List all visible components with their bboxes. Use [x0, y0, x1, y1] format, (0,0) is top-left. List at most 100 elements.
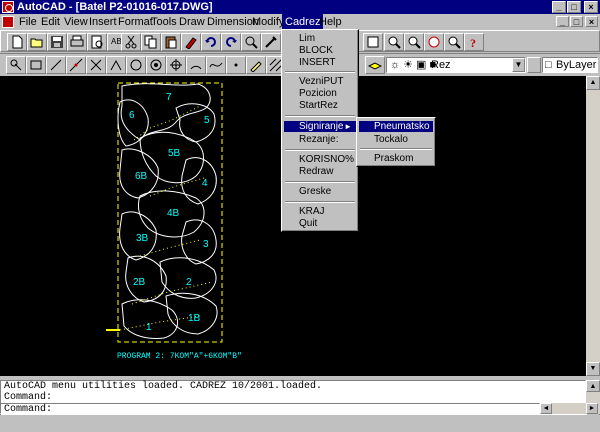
scroll-up-icon[interactable]: ▲	[586, 380, 600, 392]
program-label: PROGRAM 2: 7KOM"A"+6KOM"B"	[117, 352, 242, 361]
tool-button[interactable]	[261, 33, 281, 51]
properties-button[interactable]	[6, 56, 26, 74]
maximize-button[interactable]: □	[567, 1, 581, 13]
donut-button[interactable]	[146, 56, 166, 74]
open-button[interactable]	[27, 33, 47, 51]
menu-item-redraw[interactable]: Redraw	[284, 166, 356, 177]
scroll-left-icon[interactable]: ◄	[540, 403, 552, 414]
polyline-button[interactable]	[106, 56, 126, 74]
scroll-right-icon[interactable]: ►	[586, 403, 598, 414]
label-2: 2	[186, 277, 192, 288]
menu-item-kraj[interactable]: KRAJ	[284, 206, 356, 217]
horizontal-scrollbar[interactable]: ◄ ►	[540, 403, 600, 414]
open-icon	[30, 38, 43, 48]
xline-icon	[69, 58, 83, 72]
doc-close-button[interactable]: ×	[585, 16, 598, 27]
menu-item-quit[interactable]: Quit	[284, 218, 356, 229]
circle-button[interactable]	[126, 56, 146, 74]
preview-button[interactable]	[87, 33, 107, 51]
menu-item-pneumatsko[interactable]: Pneumatsko	[359, 121, 433, 132]
menu-item-tockalo[interactable]: Tockalo	[359, 134, 433, 145]
window-title: AutoCAD - [Batel P2-01016-017.DWG]	[17, 1, 213, 13]
doc-restore-button[interactable]: □	[570, 16, 583, 27]
layers-button[interactable]	[365, 56, 385, 74]
menu-separator	[285, 149, 355, 151]
new-icon	[12, 35, 23, 49]
pencil-button[interactable]	[246, 56, 266, 74]
layer-name: Rez	[431, 59, 451, 71]
cross-button[interactable]	[86, 56, 106, 74]
minimize-button[interactable]: _	[552, 1, 566, 13]
status-bar	[0, 415, 600, 432]
dot-button[interactable]	[226, 56, 246, 74]
menu-item-startrez[interactable]: StartRez	[284, 100, 356, 111]
autocad-app-icon[interactable]	[2, 1, 14, 13]
rectangle-button[interactable]	[26, 56, 46, 74]
document-icon[interactable]	[2, 16, 14, 28]
print-button[interactable]	[67, 33, 87, 51]
label-4b: 4B	[167, 208, 180, 219]
signiranje-submenu: Pneumatsko Tockalo Praskom	[356, 117, 436, 167]
menu-item-vezniput[interactable]: VezniPUT	[284, 76, 356, 87]
circle-icon	[130, 59, 142, 71]
menu-item-korisno[interactable]: KORISNO%	[284, 154, 356, 165]
xline-button[interactable]	[66, 56, 86, 74]
menu-help[interactable]: Help	[316, 14, 345, 30]
redo-icon	[226, 37, 237, 47]
layer-dropdown[interactable]: ☼ ☀ ▣ ■ Rez ▼	[386, 57, 526, 73]
zoom-extents-button[interactable]	[444, 33, 464, 51]
cut-button[interactable]	[121, 33, 141, 51]
label-4: 4	[202, 178, 208, 189]
menu-edit[interactable]: Edit	[38, 14, 63, 30]
menu-separator	[285, 71, 355, 73]
zoom-realtime-icon	[388, 36, 401, 49]
vertical-scrollbar[interactable]: ▲ ▼	[586, 76, 600, 376]
help-button[interactable]: ?	[464, 33, 484, 51]
menu-item-insert[interactable]: INSERT	[284, 57, 356, 68]
paste-button[interactable]	[161, 33, 181, 51]
linetype-dropdown[interactable]: □ ByLayer	[542, 57, 598, 73]
menu-item-lim[interactable]: Lim	[284, 33, 356, 44]
label-6b: 6B	[135, 171, 148, 182]
menu-item-rezanje[interactable]: Rezanje:	[284, 134, 356, 145]
chevron-down-icon[interactable]: ▼	[512, 58, 525, 72]
zoom-window-button[interactable]	[404, 33, 424, 51]
menu-separator	[285, 201, 355, 203]
menu-item-pozicion[interactable]: Pozicion	[284, 88, 356, 99]
scroll-up-icon[interactable]: ▲	[586, 76, 600, 90]
undo-button[interactable]	[201, 33, 221, 51]
pan-icon	[367, 36, 379, 48]
command-input[interactable]: Command:	[0, 403, 540, 415]
make-current-button[interactable]	[527, 57, 541, 73]
menu-tools[interactable]: Tools	[148, 14, 180, 30]
point-button[interactable]	[166, 56, 186, 74]
part-labels: 7 6 5 5B 6B 4 4B 3B 3 2B 2 1 1B	[129, 92, 210, 333]
doc-minimize-button[interactable]: _	[556, 16, 569, 27]
snap-button[interactable]	[241, 33, 261, 51]
zoom-previous-button[interactable]	[424, 33, 444, 51]
polyline-icon	[110, 59, 122, 71]
menu-item-block[interactable]: BLOCK	[284, 45, 356, 56]
scroll-down-icon[interactable]: ▼	[586, 362, 600, 376]
close-button[interactable]: ×	[584, 1, 598, 13]
match-properties-button[interactable]	[181, 33, 201, 51]
menu-item-signiranje[interactable]: Signiranje ►	[284, 121, 356, 132]
help-icon: ?	[470, 36, 476, 49]
arc-button[interactable]	[186, 56, 206, 74]
menu-draw[interactable]: Draw	[176, 14, 208, 30]
menu-item-praskom[interactable]: Praskom	[359, 153, 433, 164]
menu-file[interactable]: File	[16, 14, 40, 30]
zoom-realtime-button[interactable]	[384, 33, 404, 51]
paste-icon	[165, 36, 177, 49]
submenu-arrow-icon: ►	[344, 122, 352, 131]
copy-button[interactable]	[141, 33, 161, 51]
line-button[interactable]	[46, 56, 66, 74]
pan-button[interactable]	[363, 33, 383, 51]
save-button[interactable]	[47, 33, 67, 51]
spline-button[interactable]	[206, 56, 226, 74]
svg-text:?: ?	[470, 36, 476, 49]
new-button[interactable]	[7, 33, 27, 51]
menu-item-greske[interactable]: Greske	[284, 186, 356, 197]
color-swatch-icon: □	[545, 59, 552, 71]
redo-button[interactable]	[221, 33, 241, 51]
